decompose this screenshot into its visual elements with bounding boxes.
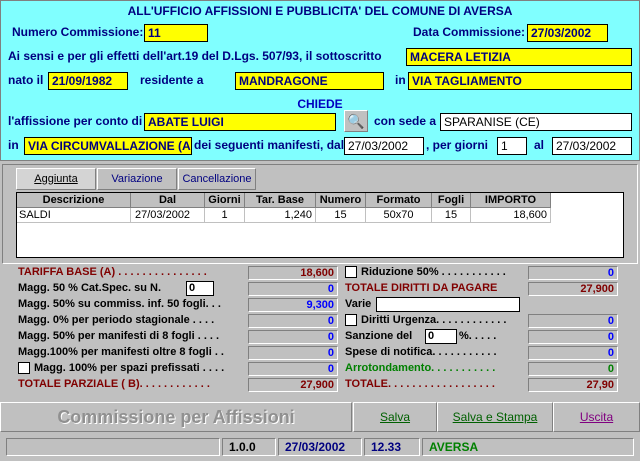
tab-aggiunta[interactable]: Aggiunta bbox=[16, 168, 96, 190]
col-header-descrizione[interactable]: Descrizione bbox=[17, 193, 131, 208]
totale-value: 27,90 bbox=[528, 378, 618, 392]
table-cell[interactable]: 15 bbox=[316, 208, 366, 223]
col-header-giorni[interactable]: Giorni bbox=[205, 193, 245, 208]
table-cell[interactable]: 1 bbox=[205, 208, 245, 223]
magg4-value: 0 bbox=[248, 330, 338, 344]
sottoscritto-field[interactable]: MACERA LETIZIA bbox=[406, 48, 632, 66]
status-city: AVERSA bbox=[422, 438, 634, 456]
magg5-value: 0 bbox=[248, 346, 338, 360]
search-binoculars-button[interactable]: 🔍 bbox=[344, 110, 368, 132]
binoculars-icon: 🔍 bbox=[347, 112, 365, 129]
tariffa-value: 18,600 bbox=[248, 266, 338, 280]
riduzione-value: 0 bbox=[528, 266, 618, 280]
spese-value: 0 bbox=[528, 346, 618, 360]
col-header-numero[interactable]: Numero bbox=[316, 193, 366, 208]
sanzione-label: Sanzione del bbox=[345, 330, 413, 342]
urgenza-value: 0 bbox=[528, 314, 618, 328]
chiede-heading: CHIEDE bbox=[297, 97, 343, 111]
magg4-label: Magg. 50% per manifesti di 8 fogli . . .… bbox=[18, 330, 220, 342]
sensi-label: Ai sensi e per gli effetti dell'art.19 d… bbox=[8, 49, 382, 63]
magg2-value: 9,300 bbox=[248, 298, 338, 312]
uscita-button[interactable]: Uscita bbox=[553, 402, 640, 432]
totale-label: TOTALE. . . . . . . . . . . . . . . . . … bbox=[345, 378, 495, 390]
residente-label: residente a bbox=[140, 73, 204, 87]
varie-label: Varie bbox=[345, 298, 372, 310]
status-time: 12.33 bbox=[364, 438, 420, 456]
magg1-input[interactable]: 0 bbox=[186, 281, 214, 296]
data-field[interactable]: 27/03/2002 bbox=[527, 24, 608, 42]
magg1-value: 0 bbox=[248, 282, 338, 296]
table-cell[interactable]: 18,600 bbox=[471, 208, 551, 223]
table-cell[interactable]: 27/03/2002 bbox=[131, 208, 205, 223]
in-label: in bbox=[395, 73, 406, 87]
table-cell[interactable]: 1,240 bbox=[245, 208, 316, 223]
sanzione-value: 0 bbox=[528, 330, 618, 344]
col-header-dal[interactable]: Dal bbox=[131, 193, 205, 208]
numero-label: Numero Commissione: bbox=[12, 25, 144, 39]
status-version: 1.0.0 bbox=[222, 438, 276, 456]
magg2-label: Magg. 50% su commiss. inf. 50 fogli. . . bbox=[18, 298, 221, 310]
giorni-label: , per giorni bbox=[426, 138, 489, 152]
salva-button[interactable]: Salva bbox=[353, 402, 437, 432]
nato-field[interactable]: 21/09/1982 bbox=[48, 72, 128, 90]
spazi-checkbox[interactable] bbox=[18, 362, 30, 374]
col-header-fogli[interactable]: Fogli bbox=[432, 193, 471, 208]
table-cell[interactable]: 15 bbox=[432, 208, 471, 223]
urgenza-label: Diritti Urgenza. . . . . . . . . . . . bbox=[361, 314, 507, 326]
riduzione-label: Riduzione 50% . . . . . . . . . . . bbox=[361, 266, 506, 278]
arrot-label: Arrotondamento. . . . . . . . . . . bbox=[345, 362, 496, 374]
table-cell[interactable]: SALDI bbox=[17, 208, 131, 223]
via-field[interactable]: VIA TAGLIAMENTO bbox=[408, 72, 632, 90]
affissione-label: l'affissione per conto di bbox=[8, 114, 143, 128]
data-label: Data Commissione: bbox=[413, 25, 526, 39]
magg3-label: Magg. 0% per periodo stagionale . . . . bbox=[18, 314, 215, 326]
magg3-value: 0 bbox=[248, 314, 338, 328]
table-cell[interactable]: 50x70 bbox=[366, 208, 432, 223]
in2-label: in bbox=[8, 138, 19, 152]
form-title: ALL'UFFICIO AFFISSIONI E PUBBLICITA' DEL… bbox=[127, 4, 513, 18]
totale-parziale-label: TOTALE PARZIALE ( B). . . . . . . . . . … bbox=[18, 378, 210, 390]
spese-label: Spese di notifica. . . . . . . . . . . bbox=[345, 346, 497, 358]
col-header-formato[interactable]: Formato bbox=[366, 193, 432, 208]
diritti-label: TOTALE DIRITTI DA PAGARE bbox=[345, 282, 498, 294]
dal-field[interactable]: 27/03/2002 bbox=[344, 137, 424, 155]
title-banner: Commissione per Affissioni bbox=[0, 402, 352, 432]
al-label: al bbox=[534, 138, 545, 152]
tab-variazione[interactable]: Variazione bbox=[97, 168, 177, 190]
sede-field[interactable]: SPARANISE (CE) bbox=[440, 113, 632, 131]
col-header-importo[interactable]: IMPORTO bbox=[471, 193, 551, 208]
salva-stampa-button[interactable]: Salva e Stampa bbox=[437, 402, 553, 432]
manifesti-grid[interactable]: Descrizione Dal Giorni Tar. Base Numero … bbox=[16, 192, 624, 258]
urgenza-checkbox[interactable] bbox=[345, 314, 357, 326]
numero-field[interactable]: 11 bbox=[144, 24, 208, 42]
magg1-label: Magg. 50 % Cat.Spec. su N. bbox=[18, 282, 162, 294]
sanzione-input[interactable]: 0 bbox=[425, 329, 457, 344]
tariffa-label: TARIFFA BASE (A) . . . . . . . . . . . .… bbox=[18, 266, 207, 278]
tab-cancellazione[interactable]: Cancellazione bbox=[178, 168, 256, 190]
magg6-value: 0 bbox=[248, 362, 338, 376]
via2-field[interactable]: VIA CIRCUMVALLAZIONE (A bbox=[24, 137, 192, 155]
col-header-tar-base[interactable]: Tar. Base bbox=[245, 193, 316, 208]
riduzione-checkbox[interactable] bbox=[345, 266, 357, 278]
manifesti-label: dei seguenti manifesti, dal bbox=[194, 138, 345, 152]
giorni-field[interactable]: 1 bbox=[497, 137, 527, 155]
totale-parziale-value: 27,900 bbox=[248, 378, 338, 392]
conto-field[interactable]: ABATE LUIGI bbox=[144, 113, 336, 131]
varie-input[interactable] bbox=[376, 297, 520, 312]
status-empty bbox=[6, 438, 220, 456]
sede-label: con sede a bbox=[374, 114, 437, 128]
sanzione-pct: %. . . . . bbox=[459, 330, 497, 342]
al-field[interactable]: 27/03/2002 bbox=[552, 137, 632, 155]
nato-label: nato il bbox=[8, 73, 44, 87]
diritti-value: 27,900 bbox=[528, 282, 618, 296]
status-date: 27/03/2002 bbox=[278, 438, 362, 456]
magg6-label: Magg. 100% per spazi prefissati . . . . bbox=[34, 362, 225, 374]
arrot-value: 0 bbox=[528, 362, 618, 376]
residente-field[interactable]: MANDRAGONE bbox=[235, 72, 384, 90]
magg5-label: Magg.100% per manifesti oltre 8 fogli . … bbox=[18, 346, 224, 358]
